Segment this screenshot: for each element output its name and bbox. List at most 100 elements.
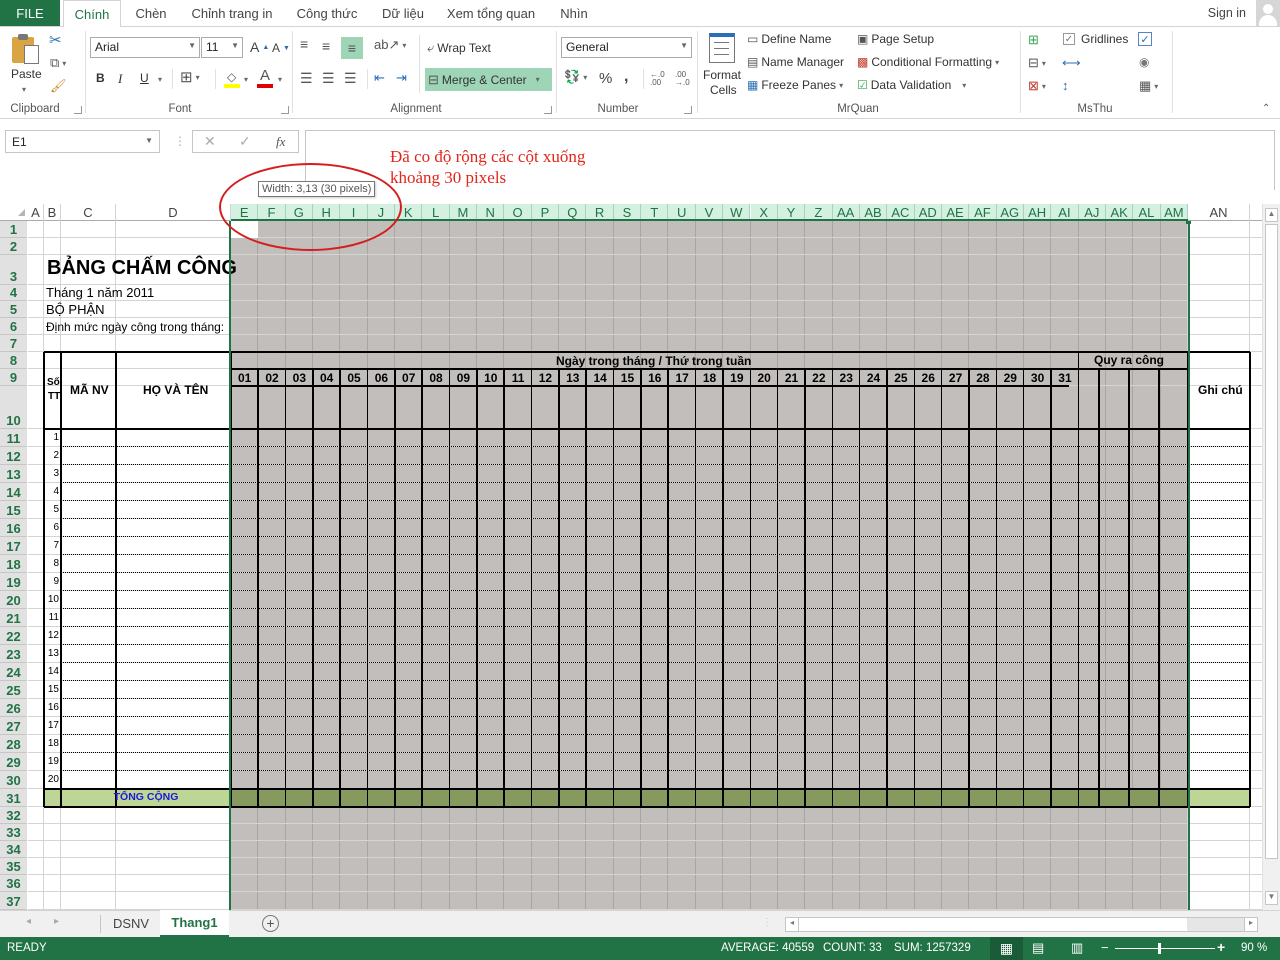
paste-button[interactable]: Paste — [11, 67, 42, 81]
decrease-indent-icon[interactable]: ⇤ — [374, 70, 385, 86]
next-sheet-icon[interactable]: ▸ — [54, 916, 59, 927]
tab-home[interactable]: Chính — [63, 0, 121, 28]
column-header-b[interactable]: B — [44, 204, 61, 221]
tab-insert[interactable]: Chèn — [126, 0, 176, 27]
merge-center-button[interactable]: ⊟ Merge & Center ▾ — [425, 68, 552, 91]
font-dialog-launcher[interactable] — [281, 106, 289, 114]
enter-icon[interactable]: ✓ — [239, 133, 251, 150]
freeze-panes-button[interactable]: ▦ Freeze Panes ▾ — [747, 78, 843, 92]
zoom-slider[interactable] — [1115, 948, 1215, 949]
horizontal-scroll-thumb[interactable] — [800, 918, 1187, 931]
number-format-select[interactable]: General ▼ — [561, 37, 692, 58]
scroll-down-icon[interactable]: ▼ — [1265, 891, 1278, 905]
row-header-8[interactable]: 8 — [0, 352, 27, 369]
tab-formulas[interactable]: Công thức — [290, 0, 364, 27]
sign-in-link[interactable]: Sign in — [1208, 6, 1246, 20]
tab-view[interactable]: Nhìn — [552, 0, 596, 27]
fill-color-dropdown-icon[interactable]: ▾ — [244, 75, 248, 84]
column-width-icon[interactable]: ⟷ — [1062, 55, 1081, 71]
fill-color-icon[interactable]: ◇ — [224, 69, 240, 89]
align-right-icon[interactable]: ☰ — [344, 70, 357, 87]
format-cells-button[interactable]: Format — [703, 68, 741, 82]
row-header-10[interactable]: 10 — [0, 386, 27, 429]
format-cells-icon[interactable] — [709, 33, 735, 63]
row-header-30[interactable]: 30 — [0, 771, 27, 789]
increase-decimal-button[interactable]: ←.0 .00 — [650, 71, 666, 87]
worksheet-grid[interactable]: BẢNG CHẤM CÔNG Tháng 1 năm 2011 BỘ PHẬN Địn… — [28, 221, 1262, 910]
row-header-24[interactable]: 24 — [0, 663, 27, 681]
name-manager-button[interactable]: ▤ Name Manager — [747, 55, 844, 69]
scroll-right-icon[interactable]: ▸ — [1244, 918, 1257, 931]
paste-dropdown-icon[interactable]: ▾ — [22, 85, 26, 94]
conditional-formatting-button[interactable]: ▩ Conditional Formatting ▾ — [857, 55, 999, 69]
row-header-27[interactable]: 27 — [0, 717, 27, 735]
accounting-format-icon[interactable]: 💱 ▾ — [564, 69, 587, 85]
zoom-slider-thumb[interactable] — [1158, 943, 1161, 954]
fill-handle[interactable] — [1186, 221, 1191, 224]
row-header-4[interactable]: 4 — [0, 285, 27, 301]
tab-page-layout[interactable]: Chỉnh trang in — [184, 0, 280, 27]
gridlines-checkbox[interactable]: ✓ Gridlines — [1063, 32, 1128, 46]
insert-function-icon[interactable]: fx — [276, 134, 285, 150]
insert-sheet-icon[interactable]: ⊟ ▾ — [1028, 55, 1046, 71]
row-header-18[interactable]: 18 — [0, 555, 27, 573]
row-header-26[interactable]: 26 — [0, 699, 27, 717]
row-header-1[interactable]: 1 — [0, 221, 27, 238]
define-name-button[interactable]: ▭ Define Name — [747, 32, 831, 46]
row-header-22[interactable]: 22 — [0, 627, 27, 645]
row-header-14[interactable]: 14 — [0, 483, 27, 501]
insert-cells-icon[interactable]: ⊞ — [1028, 32, 1039, 48]
normal-view-icon[interactable]: ▦ — [990, 937, 1023, 960]
bold-button[interactable]: B — [96, 71, 105, 85]
column-header-c[interactable]: C — [61, 204, 116, 221]
select-all-icon[interactable] — [18, 209, 25, 216]
row-header-29[interactable]: 29 — [0, 753, 27, 771]
radio-option-icon[interactable]: ◉ — [1139, 55, 1149, 69]
page-layout-view-icon[interactable]: ▤ — [1032, 940, 1044, 956]
decrease-decimal-button[interactable]: .00 →.0 — [675, 71, 691, 87]
row-header-31[interactable]: 31 — [0, 789, 27, 807]
percent-button[interactable]: % — [599, 70, 612, 87]
delete-sheet-icon[interactable]: ⊠ ▾ — [1028, 78, 1046, 94]
font-name-select[interactable]: Arial ▼ — [90, 37, 200, 58]
zoom-out-icon[interactable]: − — [1101, 940, 1109, 955]
collapse-ribbon-icon[interactable]: ⌃ — [1262, 103, 1270, 114]
comma-style-button[interactable]: , — [624, 68, 628, 86]
tab-data[interactable]: Dữ liệu — [376, 0, 430, 27]
row-header-19[interactable]: 19 — [0, 573, 27, 591]
tab-split-grip-icon[interactable]: ⋮ — [762, 917, 772, 928]
number-dialog-launcher[interactable] — [684, 106, 692, 114]
row-header-36[interactable]: 36 — [0, 875, 27, 892]
user-avatar-icon[interactable] — [1256, 0, 1280, 26]
row-header-20[interactable]: 20 — [0, 591, 27, 609]
align-bottom-icon[interactable]: ≡ — [341, 37, 363, 59]
data-validation-button[interactable]: ☑ Data Validation ▾ — [857, 78, 966, 92]
row-header-23[interactable]: 23 — [0, 645, 27, 663]
underline-button[interactable]: U — [140, 71, 149, 85]
font-size-select[interactable]: 11 ▼ — [201, 37, 243, 58]
tab-file[interactable]: FILE — [0, 0, 60, 26]
underline-dropdown-icon[interactable]: ▾ — [158, 75, 162, 84]
calculator-icon[interactable]: ▦ ▾ — [1139, 78, 1158, 94]
scroll-up-icon[interactable]: ▲ — [1265, 208, 1278, 222]
add-sheet-icon[interactable]: + — [262, 915, 279, 932]
align-left-icon[interactable]: ☰ — [300, 70, 313, 87]
row-header-37[interactable]: 37 — [0, 892, 27, 910]
row-header-17[interactable]: 17 — [0, 537, 27, 555]
row-header-11[interactable]: 11 — [0, 429, 27, 447]
horizontal-scrollbar[interactable]: ◂ ▸ — [785, 917, 1258, 932]
row-header-13[interactable]: 13 — [0, 465, 27, 483]
vertical-scroll-thumb[interactable] — [1265, 224, 1278, 859]
increase-indent-icon[interactable]: ⇥ — [396, 70, 407, 86]
column-header-d[interactable]: D — [116, 204, 231, 221]
wrap-text-button[interactable]: ⤶ Wrap Text — [427, 40, 491, 56]
row-header-34[interactable]: 34 — [0, 841, 27, 858]
row-header-33[interactable]: 33 — [0, 824, 27, 841]
borders-icon[interactable]: ⊞ ▾ — [180, 68, 200, 86]
format-painter-icon[interactable]: 🖌 — [50, 78, 67, 94]
zoom-in-icon[interactable]: + — [1217, 939, 1225, 955]
sheet-tab-thang1[interactable]: Thang1 — [160, 910, 229, 937]
sheet-tab-dsnv[interactable]: DSNV — [102, 911, 160, 936]
row-header-3[interactable]: 3 — [0, 255, 27, 285]
prev-sheet-icon[interactable]: ◂ — [26, 916, 31, 927]
